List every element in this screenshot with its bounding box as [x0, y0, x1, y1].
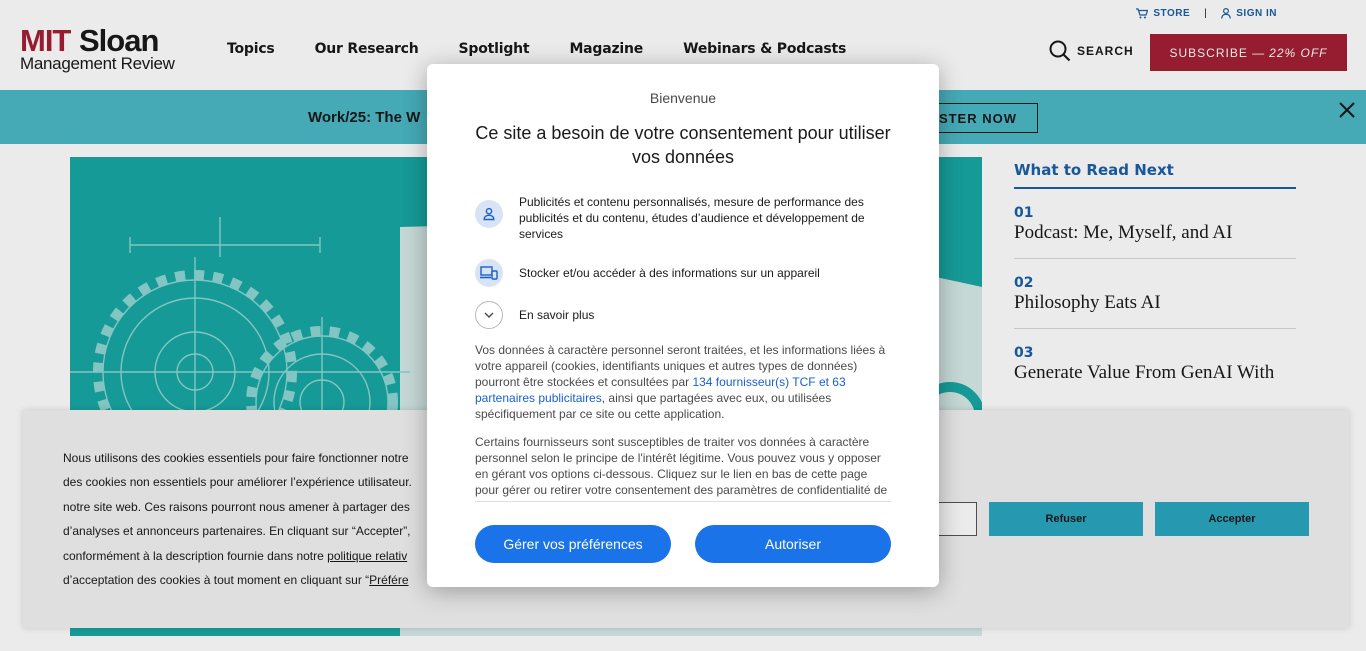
dialog-paragraph-2: Certains fournisseurs sont susceptibles … [475, 435, 888, 501]
purpose-device-storage: Stocker et/ou accéder à des informations… [475, 259, 895, 287]
devices-icon [475, 259, 503, 287]
chevron-down-icon[interactable] [475, 301, 503, 329]
person-icon [475, 200, 503, 228]
dialog-welcome: Bienvenue [649, 90, 717, 106]
dialog-body[interactable]: Vos données à caractère personnel seront… [475, 342, 891, 502]
manage-preferences-button[interactable]: Gérer vos préférences [475, 525, 671, 563]
learn-more-label: En savoir plus [519, 308, 595, 322]
purpose-label: Stocker et/ou accéder à des informations… [519, 266, 820, 280]
purpose-personalised-ads: Publicités et contenu personnalisés, mes… [475, 194, 895, 242]
consent-dialog: Bienvenue Ce site a besoin de votre cons… [427, 64, 939, 587]
allow-button[interactable]: Autoriser [695, 525, 891, 563]
dialog-paragraph-1: Vos données à caractère personnel seront… [475, 342, 891, 422]
learn-more-toggle[interactable]: En savoir plus [475, 301, 895, 329]
dialog-title: Ce site a besoin de votre consentement p… [475, 123, 891, 167]
purpose-label: Publicités et contenu personnalisés, mes… [519, 195, 865, 241]
